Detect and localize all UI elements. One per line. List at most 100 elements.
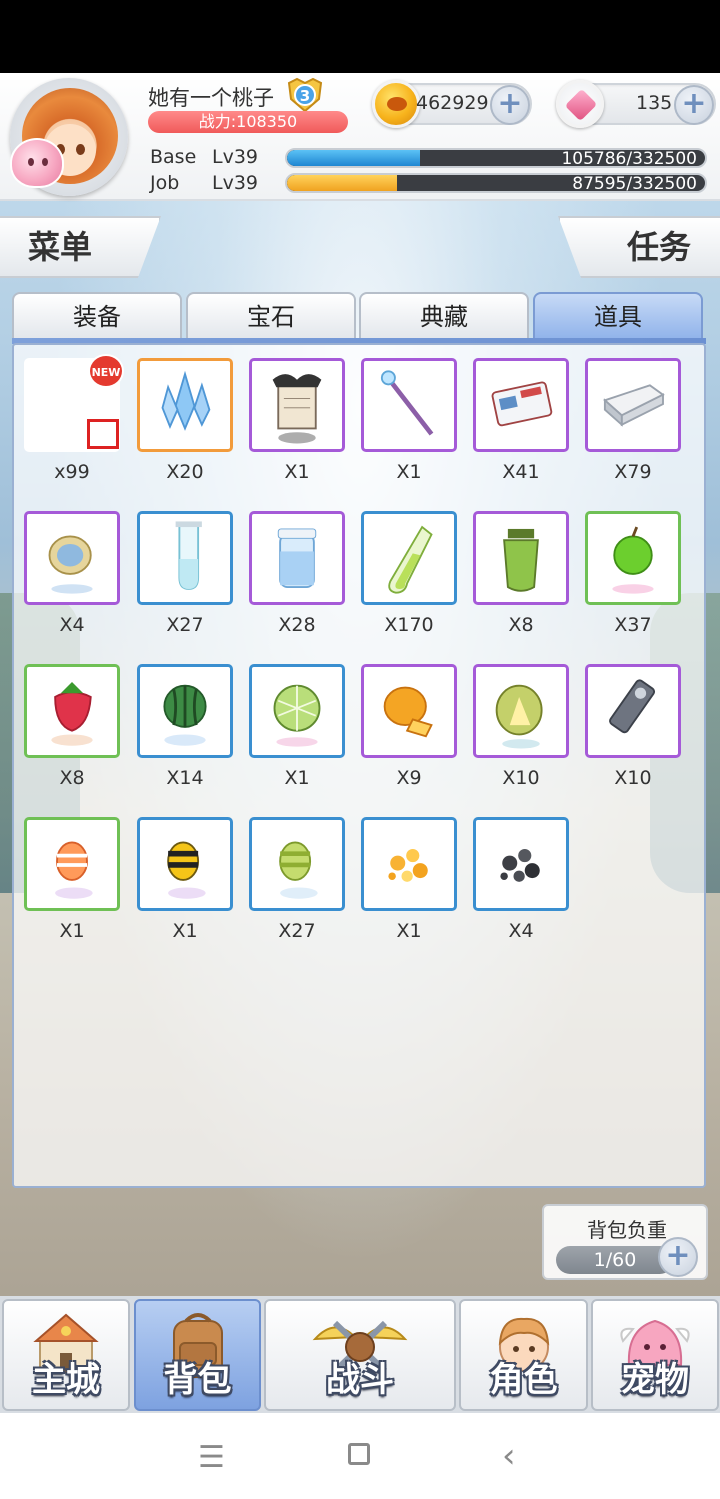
inventory-slot[interactable] <box>24 664 120 758</box>
base-level: Lv39 <box>212 146 259 168</box>
item-quantity: X4 <box>508 920 534 942</box>
item-quantity: X79 <box>614 461 652 483</box>
coin-medal-icon <box>48 535 93 594</box>
home-icon[interactable] <box>348 1443 370 1465</box>
inventory-slot[interactable] <box>585 358 681 452</box>
inventory-slot[interactable] <box>473 511 569 605</box>
rank-number: 3 <box>300 87 310 105</box>
inventory-slot[interactable] <box>585 511 681 605</box>
item-quantity: X27 <box>166 614 204 636</box>
inventory-slot[interactable] <box>361 358 457 452</box>
power-pill: 战力:108350 <box>148 111 348 133</box>
inventory-slot[interactable] <box>361 817 457 911</box>
inventory-slot[interactable] <box>249 511 345 605</box>
base-label: Base <box>150 146 197 168</box>
item-quantity: X1 <box>59 920 85 942</box>
inventory-slot[interactable] <box>249 358 345 452</box>
nav-pet-label: 宠物 <box>621 1360 689 1400</box>
item-quantity: X37 <box>614 614 652 636</box>
inventory-slot[interactable] <box>249 817 345 911</box>
expand-bag-button[interactable]: + <box>658 1237 698 1277</box>
item-quantity: X28 <box>278 614 316 636</box>
gold-ore-icon <box>388 849 428 882</box>
inventory-slot[interactable] <box>137 817 233 911</box>
melon-icon <box>273 684 321 747</box>
job-label: Job <box>150 172 180 194</box>
inventory-slot[interactable] <box>24 817 120 911</box>
gold-coin-icon <box>372 80 420 128</box>
gold-value: 462929 <box>416 92 489 114</box>
inventory-slot[interactable] <box>473 664 569 758</box>
green-candy-icon <box>279 841 318 899</box>
inventory-slot[interactable] <box>249 664 345 758</box>
green-potion-icon <box>388 525 433 594</box>
watermelon-icon <box>163 684 207 746</box>
nav-main-city[interactable]: 主城 <box>2 1299 130 1411</box>
base-exp-text: 105786/332500 <box>561 149 697 168</box>
job-exp-bar: 87595/332500 <box>285 173 707 193</box>
inventory-slot[interactable] <box>473 358 569 452</box>
inventory-slot[interactable] <box>137 664 233 758</box>
inventory-slot[interactable] <box>361 664 457 758</box>
durian-icon <box>495 684 543 749</box>
player-name: 她有一个桃子 <box>148 86 274 110</box>
job-exp-text: 87595/332500 <box>572 174 697 193</box>
item-quantity: X9 <box>396 767 422 789</box>
item-quantity: x99 <box>54 461 90 483</box>
menu-icon[interactable]: ☰ <box>198 1440 225 1475</box>
poring-pet-icon <box>10 138 64 188</box>
water-jar-icon <box>277 528 317 588</box>
task-button[interactable]: 任务 <box>558 216 720 278</box>
add-gold-button[interactable]: + <box>490 85 530 125</box>
crystal-key-icon <box>609 679 656 734</box>
item-quantity: X170 <box>384 614 434 636</box>
gem-icon <box>556 80 604 128</box>
item-quantity: X10 <box>502 767 540 789</box>
add-gem-button[interactable]: + <box>674 85 714 125</box>
menu-button[interactable]: 菜单 <box>0 216 161 278</box>
inventory-slot[interactable] <box>585 664 681 758</box>
bat-scroll-icon <box>272 374 322 444</box>
nav-battle[interactable]: 战斗 <box>264 1299 456 1411</box>
tab-collection[interactable]: 典藏 <box>359 292 529 340</box>
item-quantity: X1 <box>284 767 310 789</box>
stone-block-icon <box>603 384 665 427</box>
item-quantity: X4 <box>59 614 85 636</box>
tab-equipment[interactable]: 装备 <box>12 292 182 340</box>
nav-battle-label: 战斗 <box>326 1360 394 1400</box>
mango-icon <box>383 686 433 738</box>
item-quantity: X8 <box>59 767 85 789</box>
dark-ore-icon <box>500 849 540 882</box>
item-quantity: X10 <box>614 767 652 789</box>
item-quantity: X1 <box>396 920 422 942</box>
item-quantity: X41 <box>502 461 540 483</box>
nav-character[interactable]: 角色 <box>459 1299 588 1411</box>
inventory-slot[interactable] <box>24 511 120 605</box>
base-exp-bar: 105786/332500 <box>285 148 707 168</box>
item-quantity: X27 <box>278 920 316 942</box>
item-quantity: X1 <box>284 461 310 483</box>
ticket-icon <box>491 381 553 427</box>
status-bar <box>0 0 720 73</box>
inventory-slot[interactable] <box>473 817 569 911</box>
item-quantity: X1 <box>172 920 198 942</box>
tab-gems[interactable]: 宝石 <box>186 292 356 340</box>
job-level: Lv39 <box>212 172 259 194</box>
inventory-slot[interactable] <box>137 358 233 452</box>
bee-candy-icon <box>167 841 206 899</box>
orange-candy-icon <box>55 841 93 899</box>
ice-crystal-icon <box>161 370 211 431</box>
nav-pet[interactable]: 宠物 <box>591 1299 719 1411</box>
green-jar-icon <box>503 528 539 592</box>
nav-backpack-label: 背包 <box>163 1360 232 1400</box>
inventory-slot[interactable] <box>137 511 233 605</box>
magic-wand-icon <box>380 370 434 436</box>
inventory-slot[interactable] <box>361 511 457 605</box>
nav-backpack[interactable]: 背包 <box>134 1299 261 1411</box>
gem-value: 135 <box>636 92 673 114</box>
tab-items[interactable]: 道具 <box>533 292 703 340</box>
back-icon[interactable]: ‹ <box>502 1436 516 1476</box>
rank-shield-icon: 3 <box>287 77 323 113</box>
strawberry-icon <box>51 681 93 746</box>
item-quantity: X14 <box>166 767 204 789</box>
